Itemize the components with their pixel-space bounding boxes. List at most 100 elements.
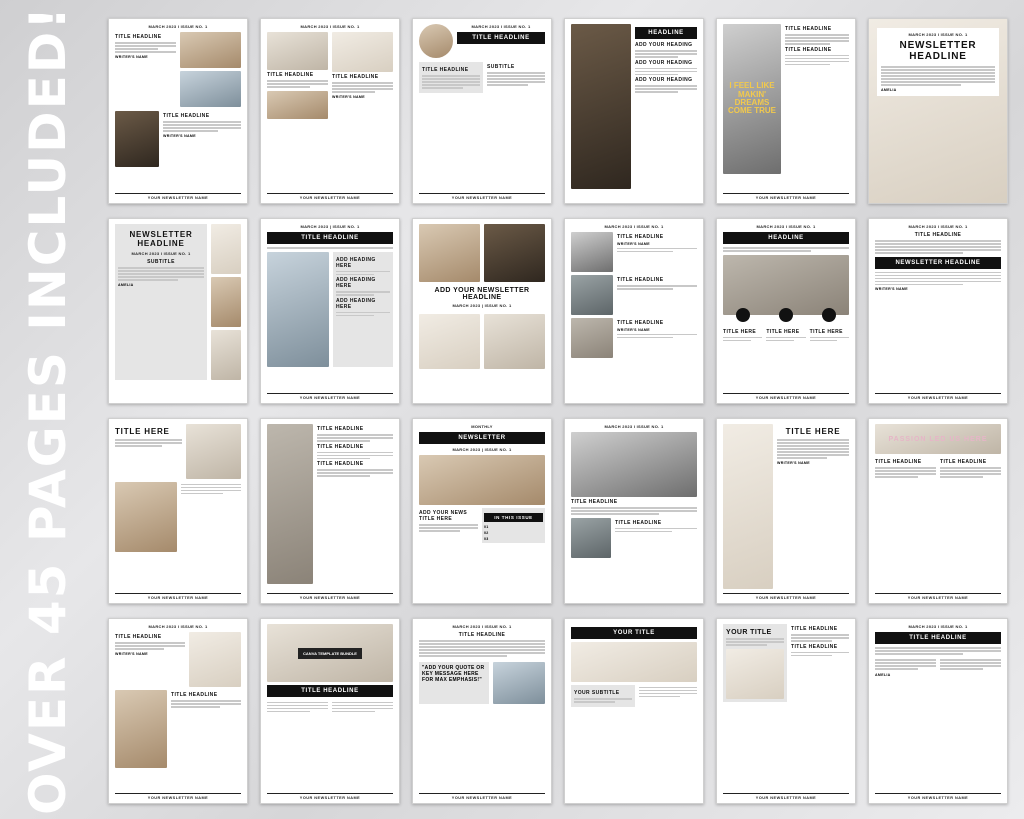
issue-line: MARCH 2023 I ISSUE NO. 1 [452, 624, 512, 629]
title-here: TITLE HERE [723, 328, 757, 335]
headline-box: HEADLINE [635, 27, 697, 39]
page-thumbnail: MARCH 2023 I ISSUE NO. 1 TITLE HEADLINE … [108, 618, 248, 804]
writers-name: WRITER'S NAME [617, 242, 650, 246]
title-here: TITLE HERE [809, 328, 843, 335]
subtitle: SUBTITLE [487, 64, 515, 70]
newsletter-footer: YOUR NEWSLETTER NAME [419, 193, 545, 200]
page-thumbnail: MARCH 2023 I ISSUE NO. 1 TITLE HEADLINE … [412, 618, 552, 804]
title-headline: TITLE HEADLINE [115, 634, 162, 640]
issue-item-number: 02 [484, 531, 489, 535]
title-headline: TITLE HEADLINE [267, 72, 314, 78]
title-headline: TITLE HEADLINE [785, 46, 832, 53]
issue-line: MARCH 2023 I ISSUE NO. 1 [908, 32, 968, 37]
writers-name: WRITER'S NAME [777, 460, 810, 465]
newsletter-headline-box: NEWSLETTER HEADLINE [875, 256, 1001, 269]
author-name: AMELIA [881, 87, 897, 92]
your-title: YOUR TITLE [726, 629, 772, 636]
newsletter-footer: YOUR NEWSLETTER NAME [267, 193, 393, 200]
issue-line: MARCH 2023 | ISSUE NO. 1 [452, 447, 512, 452]
title-headline: TITLE HEADLINE [571, 499, 618, 505]
page-thumbnail: MARCH 2023 I ISSUE NO. 1 TITLE HEADLINE … [564, 218, 704, 404]
newsletter-headline: NEWSLETTER HEADLINE [899, 40, 977, 62]
your-subtitle: YOUR SUBTITLE [574, 690, 620, 696]
page-thumbnail: MARCH 2023 I ISSUE NO. 1 TITLE HEADLINE … [868, 218, 1008, 404]
writers-name: WRITER'S NAME [617, 328, 650, 332]
poster-quote: I FEEL LIKE MAKIN' DREAMS COME TRUE [728, 81, 776, 116]
page-thumbnail: MARCH 2023 I ISSUE NO. 1 NEWSLETTER HEAD… [868, 18, 1008, 204]
add-heading-here: ADD HEADING HERE [336, 256, 376, 269]
page-thumbnail: HEADLINE ADD YOUR HEADING ADD YOUR HEADI… [564, 18, 704, 204]
issue-line: MARCH 2023 I ISSUE NO. 1 [471, 24, 531, 29]
add-heading-here: ADD HEADING HERE [336, 297, 376, 310]
key-message-quote: "ADD YOUR QUOTE OR KEY MESSAGE HERE FOR … [422, 664, 485, 684]
add-heading-here: ADD HEADING HERE [336, 277, 376, 289]
page-thumbnail: TITLE HEADLINE TITLE HEADLINE TITLE HEAD… [260, 418, 400, 604]
page-thumbnail: MARCH 2023 I ISSUE NO. 1 TITLE HEADLINE … [564, 418, 704, 604]
writers-name: WRITER'S NAME [875, 287, 908, 291]
page-thumbnail: MARCH 2023 I ISSUE NO. 1 TITLE HEADLINE … [412, 18, 552, 204]
newsletter-footer: YOUR NEWSLETTER NAME [723, 193, 849, 200]
author-name: AMELIA [875, 673, 891, 677]
add-your-heading: ADD YOUR HEADING [635, 77, 693, 83]
page-thumbnail: PASSION LED US HERE TITLE HEADLINE TITLE… [868, 418, 1008, 604]
page-thumbnail: TITLE HERE YOUR NEWSLETTER NAME [108, 418, 248, 604]
title-headline: TITLE HEADLINE [617, 277, 664, 283]
add-your-news-title: ADD YOUR NEWS TITLE HERE [419, 510, 468, 522]
issue-item-number: 03 [484, 537, 489, 541]
page-thumbnail: YOUR TITLE YOUR SUBTITLE [564, 618, 704, 804]
newsletter-footer: YOUR NEWSLETTER NAME [723, 793, 849, 800]
title-headline: TITLE HEADLINE [115, 34, 162, 40]
recycle-icon [778, 307, 793, 322]
newsletter-footer: YOUR NEWSLETTER NAME [267, 393, 393, 400]
issue-line: MARCH 2023 I ISSUE NO. 1 [148, 624, 208, 629]
newsletter-footer: YOUR NEWSLETTER NAME [875, 393, 1001, 400]
title-headline: TITLE HEADLINE [317, 426, 364, 432]
title-here: TITLE HERE [115, 427, 170, 436]
add-your-heading: ADD YOUR HEADING [635, 42, 693, 48]
issue-line: MARCH 2023 | ISSUE NO. 1 [452, 303, 512, 308]
title-headline: TITLE HEADLINE [171, 692, 218, 698]
title-headline-box: TITLE HEADLINE [267, 232, 393, 244]
page-thumbnail: MARCH 2023 I ISSUE NO. 1 TITLE HEADLINE … [260, 18, 400, 204]
issue-line: MARCH 2023 I ISSUE NO. 1 [908, 224, 968, 229]
title-headline-box: TITLE HEADLINE [267, 685, 393, 697]
newsletter-footer: YOUR NEWSLETTER NAME [267, 593, 393, 600]
add-your-newsletter-headline: ADD YOUR NEWSLETTER HEADLINE [434, 287, 530, 301]
title-here: TITLE HERE [766, 328, 800, 335]
title-headline: TITLE HEADLINE [791, 626, 838, 632]
in-this-issue: IN THIS ISSUE [484, 513, 543, 522]
title-headline: TITLE HEADLINE [458, 632, 506, 638]
title-headline: TITLE HEADLINE [875, 459, 922, 465]
newsletter-footer: YOUR NEWSLETTER NAME [115, 793, 241, 800]
your-title-box: YOUR TITLE [571, 627, 697, 639]
newsletter-headline: NEWSLETTER HEADLINE [129, 230, 193, 248]
page-thumbnail: MONTHLY NEWSLETTER MARCH 2023 | ISSUE NO… [412, 418, 552, 604]
title-headline: TITLE HEADLINE [617, 234, 664, 240]
title-headline: TITLE HEADLINE [317, 461, 364, 467]
title-headline: TITLE HEADLINE [422, 67, 469, 73]
page-thumbnail: MARCH 2023 I ISSUE NO. 1 TITLE HEADLINE … [108, 18, 248, 204]
banner-text: OVER 45 PAGES INCLUDED! [19, 4, 77, 815]
add-your-heading: ADD YOUR HEADING [635, 59, 693, 66]
page-thumbnail: MARCH 2023 I ISSUE NO. 1 HEADLINE TITLE … [716, 218, 856, 404]
headline-box: HEADLINE [723, 232, 849, 244]
writers-name: WRITER'S NAME [163, 133, 196, 138]
newsletter-title-box: NEWSLETTER [419, 432, 545, 444]
page-thumbnail: MARCH 2023 | ISSUE NO. 1 TITLE HEADLINE … [260, 218, 400, 404]
writers-name: WRITER'S NAME [332, 94, 365, 99]
newsletter-footer: YOUR NEWSLETTER NAME [419, 793, 545, 800]
title-headline: TITLE HEADLINE [163, 113, 210, 119]
issue-line: MARCH 2023 I ISSUE NO. 1 [604, 224, 664, 229]
issue-line: MARCH 2023 I ISSUE NO. 1 [908, 624, 968, 629]
title-headline: TITLE HEADLINE [914, 232, 962, 238]
newsletter-footer: YOUR NEWSLETTER NAME [723, 393, 849, 400]
subtitle: SUBTITLE [147, 259, 175, 265]
page-thumbnail: YOUR TITLE TITLE HEADLINE TITLE HEADLINE… [716, 618, 856, 804]
page-thumbnail: CANVA TEMPLATE BUNDLE TITLE HEADLINE YOU… [260, 618, 400, 804]
title-headline-box: TITLE HEADLINE [875, 632, 1001, 644]
page-thumbnail: I FEEL LIKE MAKIN' DREAMS COME TRUE TITL… [716, 18, 856, 204]
newsletter-footer: YOUR NEWSLETTER NAME [115, 193, 241, 200]
laptop-screen-label: CANVA TEMPLATE BUNDLE [298, 647, 362, 659]
title-headline-box: TITLE HEADLINE [457, 32, 545, 44]
issue-line: MARCH 2023 I ISSUE NO. 1 [604, 424, 664, 429]
